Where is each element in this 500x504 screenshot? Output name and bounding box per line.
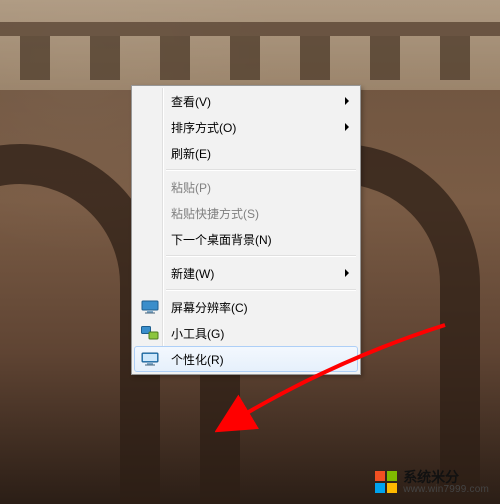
menu-item-label: 新建(W): [171, 265, 337, 282]
personalize-icon: [141, 352, 159, 366]
chevron-right-icon: [345, 269, 349, 277]
menu-item[interactable]: 新建(W): [134, 260, 358, 286]
menu-item[interactable]: 小工具(G): [134, 320, 358, 346]
menu-separator: [166, 169, 356, 171]
menu-separator: [166, 289, 356, 291]
menu-item[interactable]: 个性化(R): [134, 346, 358, 372]
menu-separator: [166, 255, 356, 257]
menu-item-label: 查看(V): [171, 93, 337, 110]
watermark-title: 系统米分: [403, 470, 489, 485]
menu-item[interactable]: 查看(V): [134, 88, 358, 114]
chevron-right-icon: [345, 123, 349, 131]
chevron-right-icon: [345, 97, 349, 105]
watermark-text: 系统米分 www.win7999.com: [403, 470, 489, 495]
menu-item-label: 排序方式(O): [171, 119, 337, 136]
watermark-url: www.win7999.com: [403, 485, 489, 496]
menu-item-label: 刷新(E): [171, 145, 337, 162]
desktop-context-menu: 查看(V) 排序方式(O) 刷新(E) 粘贴(P) 粘贴快捷方式(S) 下一个桌面背景(N…: [131, 85, 361, 375]
menu-item-label: 个性化(R): [171, 351, 337, 368]
monitor-icon: [141, 300, 159, 314]
menu-item[interactable]: 屏幕分辨率(C): [134, 294, 358, 320]
menu-item: 粘贴(P): [134, 174, 358, 200]
watermark: 系统米分 www.win7999.com: [370, 467, 494, 498]
menu-item: 粘贴快捷方式(S): [134, 200, 358, 226]
menu-item[interactable]: 排序方式(O): [134, 114, 358, 140]
menu-item-label: 粘贴(P): [171, 179, 337, 196]
menu-item-label: 屏幕分辨率(C): [171, 299, 337, 316]
desktop-background[interactable]: 查看(V) 排序方式(O) 刷新(E) 粘贴(P) 粘贴快捷方式(S) 下一个桌面背景(N…: [0, 0, 500, 504]
menu-item-label: 小工具(G): [171, 325, 337, 342]
menu-item-label: 粘贴快捷方式(S): [171, 205, 337, 222]
windows-logo-icon: [375, 471, 397, 493]
menu-item[interactable]: 刷新(E): [134, 140, 358, 166]
menu-item-label: 下一个桌面背景(N): [171, 231, 337, 248]
menu-item[interactable]: 下一个桌面背景(N): [134, 226, 358, 252]
gadgets-icon: [141, 326, 159, 340]
desktop-decor: [0, 0, 500, 90]
